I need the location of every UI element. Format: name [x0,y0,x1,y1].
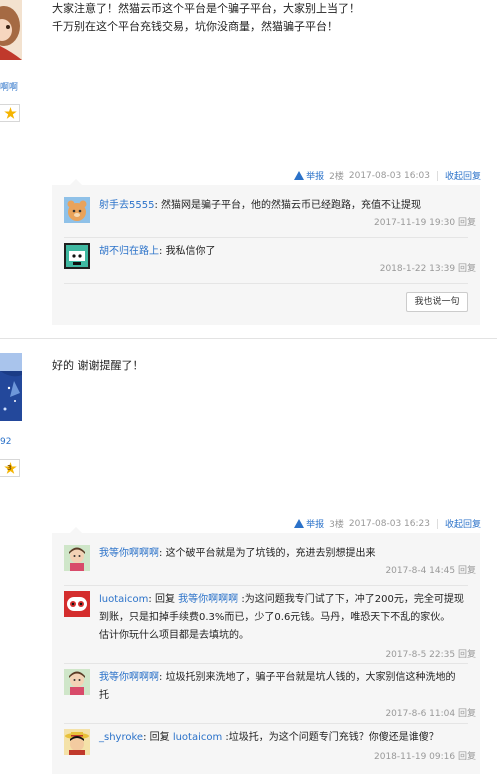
reply-divider [64,663,468,664]
reply-time: 2018-1-22 13:39 [379,264,456,274]
post-line-1: 好的 谢谢提醒了！ [52,359,144,372]
reply-username[interactable]: 我等你啊啊啊 [99,548,159,559]
reply-time: 2017-11-19 19:30 [374,218,456,228]
reply-avatar[interactable] [64,545,90,571]
reply-item: _shyroke: 回复 luotaicom :垃圾托，为这个问题专门充钱？你傻… [64,729,480,769]
reply-button[interactable]: 回复 [458,218,476,228]
reply-divider [64,723,468,724]
reply-body: 射手去5555: 然猫网是骗子平台，他的然猫云币已经跑路，充值不让提现 [99,200,422,211]
author-avatar[interactable] [0,0,22,60]
reply-body: luotaicom: 回复 我等你啊啊啊 :为这问题我专门试了下，冲了200元，… [99,591,476,645]
reply-username[interactable]: luotaicom [99,594,148,605]
reply-text-line-1: 垃圾托别来洗地了，骗子平台就是坑人钱的，大家别信这种洗地的 [165,672,456,683]
author-name[interactable]: 啊啊 [0,80,18,93]
reply-time: 2017-8-6 11:04 [385,709,456,719]
reply-text-line-3: 估计你玩什么项目都是去填坑的。 [99,630,249,641]
reply-divider [64,283,468,284]
post-floor-2: 啊啊 大家注意了！然猫云币这个平台是个骗子平台，大家别上当了！ 千万别在这个平台… [0,0,497,340]
reply-text: :垃圾托，为这个问题专门充钱？你傻还是谁傻？ [225,732,439,743]
reply-avatar[interactable] [64,591,90,617]
report-link[interactable]: 举报 [294,169,324,182]
reply-to-username[interactable]: luotaicom [173,732,222,743]
reply-meta: 2017-8-6 11:04 回复 [385,706,476,719]
reply-avatar[interactable] [64,669,90,695]
post-content: 大家注意了！然猫云币这个平台是个骗子平台，大家别上当了！ 千万别在这个平台充钱交… [52,0,360,36]
reply-username[interactable]: 胡不归在路上 [99,246,159,257]
reply-item: 我等你啊啊啊: 垃圾托别来洗地了，骗子平台就是坑人钱的，大家别信这种洗地的 托 … [64,669,480,721]
level-number: 3 [7,464,12,472]
reply-text: 这个破平台就是为了坑钱的，充进去别想提出来 [165,548,376,559]
post-meta: 举报 2楼 2017-08-03 16:03 收起回复 [294,169,481,182]
post-line-2: 千万别在这个平台充钱交易，坑你没商量，然猫骗子平台！ [52,20,338,33]
reply-text-line-2: 托 [99,690,109,701]
divider [436,518,438,529]
reply-avatar[interactable] [64,243,90,269]
reply-meta: 2018-1-22 13:39 回复 [380,261,476,274]
level-badge: 3 [0,459,20,477]
author-avatar[interactable] [0,353,22,421]
reply-username[interactable]: 射手去5555 [99,200,154,211]
reply-text: 然猫网是骗子平台，他的然猫云币已经跑路，充值不让提现 [161,200,422,211]
reply-text: 我私信你了 [165,246,216,257]
reply-prefix: 回复 [154,594,175,605]
warning-icon [294,519,305,528]
reply-meta: 2017-11-19 19:30 回复 [374,215,476,228]
reply-body: 我等你啊啊啊: 这个破平台就是为了坑钱的，充进去别想提出来 [99,548,376,559]
post-meta: 举报 3楼 2017-08-03 16:23 收起回复 [294,517,481,530]
reply-body: 我等你啊啊啊: 垃圾托别来洗地了，骗子平台就是坑人钱的，大家别信这种洗地的 托 [99,669,476,705]
post-floor-3: 92 3 好的 谢谢提醒了！ 举报 3楼 2017-08-03 16:23 收起… [0,339,497,774]
reply-button[interactable]: 回复 [458,752,476,762]
reply-list: 我等你啊啊啊: 这个破平台就是为了坑钱的，充进去别想提出来 2017-8-4 1… [52,527,480,774]
reply-divider [64,237,468,238]
reply-button[interactable]: 回复 [458,566,476,576]
reply-avatar[interactable] [64,729,90,755]
reply-text-line-2: 到账，只是扣掉手续费0.3%而已，少了0.6元钱。马丹，唯恐天下不乱的家伙。 [99,612,451,623]
floor-number: 2楼 [329,172,344,182]
report-link[interactable]: 举报 [294,517,324,530]
reply-item: luotaicom: 回复 我等你啊啊啊 :为这问题我专门试了下，冲了200元，… [64,591,480,661]
say-something-button[interactable]: 我也说一句 [406,292,468,312]
reply-list: 射手去5555: 然猫网是骗子平台，他的然猫云币已经跑路，充值不让提现 2017… [52,179,480,325]
floor-number: 3楼 [329,520,344,530]
reply-button[interactable]: 回复 [458,264,476,274]
reply-item: 胡不归在路上: 我私信你了 2018-1-22 13:39 回复 [64,243,480,283]
reply-meta: 2017-8-5 22:35 回复 [385,647,476,660]
divider [436,170,438,181]
star-level-icon [4,107,17,119]
reply-prefix: 回复 [149,732,170,743]
reply-meta: 2018-11-19 09:16 回复 [374,749,476,762]
reply-button[interactable]: 回复 [458,709,476,719]
post-content: 好的 谢谢提醒了！ [52,357,144,375]
reply-meta: 2017-8-4 14:45 回复 [385,563,476,576]
author-name[interactable]: 92 [0,437,11,447]
collapse-replies-link[interactable]: 收起回复 [445,517,481,530]
reply-username[interactable]: _shyroke [99,732,143,743]
reply-to-username[interactable]: 我等你啊啊啊 [178,594,238,605]
level-badge [0,104,20,122]
reply-username[interactable]: 我等你啊啊啊 [99,672,159,683]
reply-avatar[interactable] [64,197,90,223]
post-time: 2017-08-03 16:03 [348,170,430,181]
reply-divider [64,585,468,586]
reply-item: 射手去5555: 然猫网是骗子平台，他的然猫云币已经跑路，充值不让提现 2017… [64,197,480,237]
reply-time: 2017-8-5 22:35 [385,650,456,660]
collapse-replies-link[interactable]: 收起回复 [445,169,481,182]
post-time: 2017-08-03 16:23 [348,518,430,529]
reply-body: _shyroke: 回复 luotaicom :垃圾托，为这个问题专门充钱？你傻… [99,732,439,743]
warning-icon [294,171,305,180]
reply-text-line-1: :为这问题我专门试了下，冲了200元，完全可提现 [241,594,464,605]
reply-button[interactable]: 回复 [458,650,476,660]
reply-body: 胡不归在路上: 我私信你了 [99,246,216,257]
reply-item: 我等你啊啊啊: 这个破平台就是为了坑钱的，充进去别想提出来 2017-8-4 1… [64,545,480,585]
reply-time: 2018-11-19 09:16 [374,752,456,762]
reply-time: 2017-8-4 14:45 [385,566,456,576]
post-line-1: 大家注意了！然猫云币这个平台是个骗子平台，大家别上当了！ [52,2,360,15]
